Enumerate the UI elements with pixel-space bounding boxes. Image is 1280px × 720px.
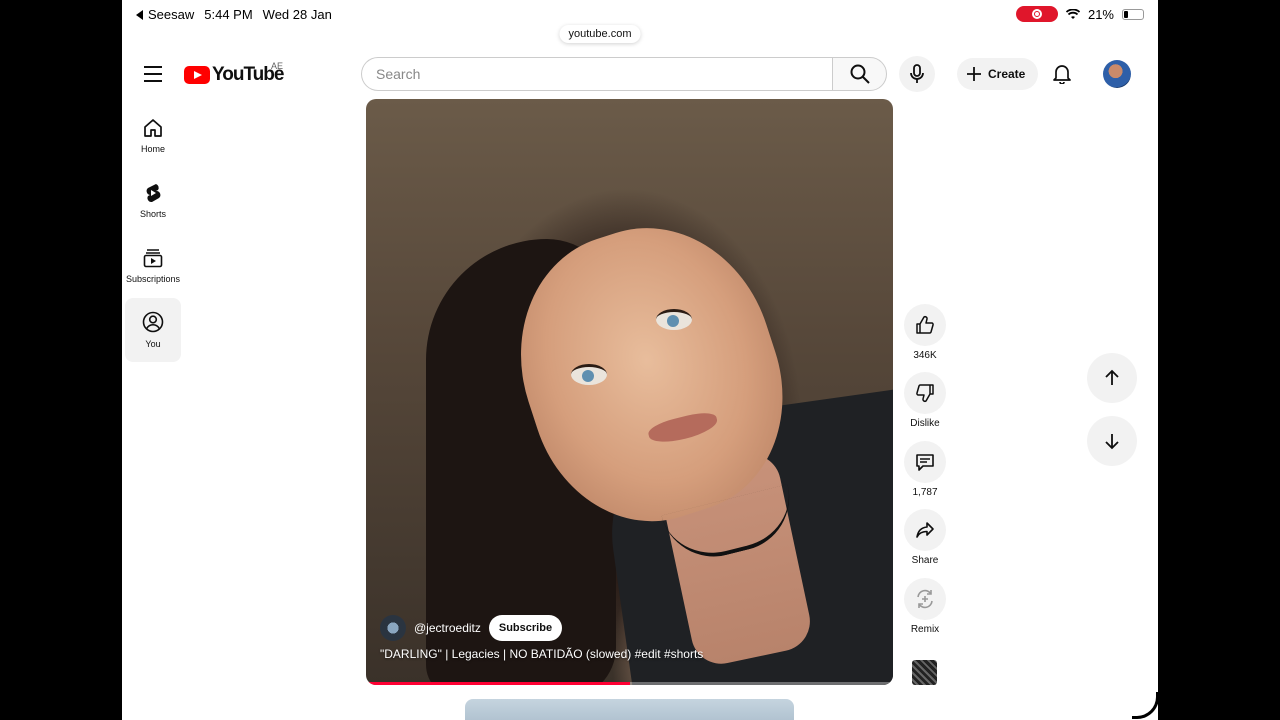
arrow-down-icon: [1105, 434, 1119, 450]
comments-action: 1,787: [903, 441, 947, 498]
search-input[interactable]: Search: [361, 57, 832, 91]
notifications-button[interactable]: [1050, 62, 1074, 86]
status-bar-right: 21%: [1015, 6, 1144, 22]
bell-icon: [1053, 65, 1071, 84]
dislike-button[interactable]: [904, 372, 946, 414]
create-button[interactable]: Create: [957, 58, 1039, 90]
voice-search-button[interactable]: [899, 56, 935, 92]
screen-recording-indicator[interactable]: [1015, 6, 1058, 22]
home-icon: [144, 119, 162, 137]
like-action: 346K: [903, 304, 947, 361]
region-code: AE: [271, 61, 284, 71]
url-pill[interactable]: youtube.com: [559, 25, 641, 43]
sidebar-item-label: Shorts: [139, 209, 166, 219]
back-to-app[interactable]: Seesaw: [136, 7, 194, 22]
account-icon: [142, 311, 164, 333]
like-button[interactable]: [904, 304, 946, 346]
youtube-logo[interactable]: YouTube AE: [184, 61, 284, 86]
channel-avatar[interactable]: [380, 615, 406, 641]
screen: Seesaw 5:44 PM Wed 28 Jan 21% youtube.co…: [122, 0, 1158, 720]
sidebar-item-label: You: [145, 339, 161, 349]
channel-row: @jectroeditz Subscribe: [380, 615, 563, 641]
search-icon: [850, 64, 870, 84]
wifi-icon: [1065, 8, 1080, 19]
subscriptions-icon: [143, 249, 163, 268]
next-short-button[interactable]: [1087, 416, 1137, 466]
previous-short-button[interactable]: [1087, 353, 1137, 403]
next-short-preview[interactable]: [465, 699, 794, 720]
video-title[interactable]: "DARLING" | Legacies | NO BATIDÃO (slowe…: [380, 647, 703, 661]
sidebar-item-label: Subscriptions: [125, 274, 181, 284]
video-frame-eye: [571, 364, 607, 385]
status-bar-left: Seesaw 5:44 PM Wed 28 Jan: [136, 7, 332, 22]
subscribe-button[interactable]: Subscribe: [488, 615, 563, 641]
dislike-label: Dislike: [910, 418, 940, 429]
channel-name[interactable]: @jectroeditz: [414, 621, 481, 635]
sidebar-item-label: Home: [140, 144, 165, 154]
sound-thumbnail[interactable]: [912, 660, 937, 685]
video-progress-fill: [366, 682, 630, 685]
status-time: 5:44 PM: [204, 7, 253, 22]
share-icon: [916, 522, 934, 538]
plus-icon: [967, 67, 981, 81]
video-frame-eye: [656, 309, 692, 330]
remix-action: Remix: [903, 578, 947, 635]
sidebar-item-you[interactable]: You: [125, 298, 181, 362]
youtube-play-icon: [184, 66, 210, 84]
remix-label: Remix: [910, 624, 940, 635]
sidebar-item-shorts[interactable]: Shorts: [125, 170, 181, 232]
comment-count: 1,787: [912, 487, 938, 498]
microphone-icon: [910, 64, 924, 83]
dislike-action: Dislike: [903, 372, 947, 429]
video-progress-bar[interactable]: [366, 682, 893, 685]
status-date: Wed 28 Jan: [262, 7, 332, 22]
sidebar-item-home[interactable]: Home: [125, 105, 181, 167]
share-action: Share: [903, 509, 947, 566]
back-app-label: Seesaw: [148, 7, 195, 22]
thumbs-up-icon: [916, 315, 934, 334]
short-video-player[interactable]: @jectroeditz Subscribe "DARLING" | Legac…: [366, 99, 893, 685]
search-button[interactable]: [832, 57, 887, 91]
remix-icon: [917, 589, 933, 609]
shorts-icon: [146, 184, 161, 203]
menu-icon[interactable]: [144, 66, 162, 82]
avatar[interactable]: [1103, 60, 1131, 88]
share-label: Share: [911, 555, 939, 566]
search-bar: Search: [361, 57, 887, 91]
comments-button[interactable]: [904, 441, 946, 483]
remix-button[interactable]: [904, 578, 946, 620]
sidebar-item-subscriptions[interactable]: Subscriptions: [125, 235, 181, 297]
arrow-up-icon: [1105, 369, 1119, 385]
loading-spinner-icon: [1132, 692, 1158, 719]
share-button[interactable]: [904, 509, 946, 551]
like-count: 346K: [913, 350, 937, 361]
comment-icon: [916, 454, 934, 471]
record-icon: [1031, 9, 1042, 19]
thumbs-down-icon: [916, 384, 934, 403]
battery-percent: 21%: [1087, 6, 1114, 22]
create-label: Create: [988, 67, 1026, 81]
battery-icon: [1122, 8, 1144, 20]
back-arrow-icon: [136, 9, 143, 20]
